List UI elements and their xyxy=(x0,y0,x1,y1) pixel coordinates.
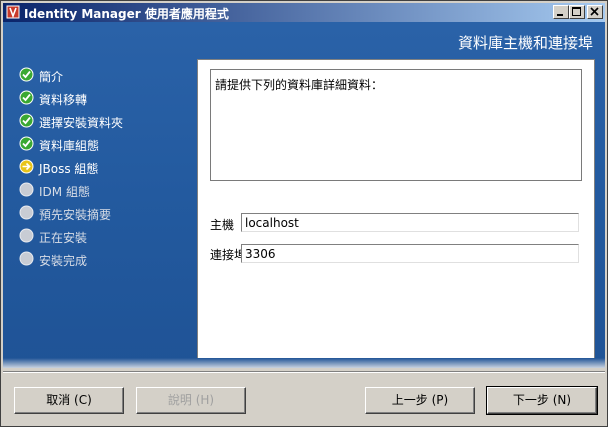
checkmark-icon xyxy=(19,113,34,128)
step-label: 簡介 xyxy=(39,70,64,84)
next-button[interactable]: 下一步 (N) xyxy=(486,386,598,415)
step-label: 安裝完成 xyxy=(39,254,88,268)
back-button[interactable]: 上一步 (P) xyxy=(365,387,475,414)
circle-icon xyxy=(19,251,34,266)
host-input[interactable] xyxy=(241,213,579,232)
step-label: 資料移轉 xyxy=(39,93,88,107)
step-label: IDM 組態 xyxy=(39,185,90,199)
message-text: 請提供下列的資料庫詳細資料： xyxy=(215,78,384,92)
cancel-button[interactable]: 取消 (C) xyxy=(14,387,124,414)
title-bar[interactable]: Identity Manager 使用者應用程式 xyxy=(3,3,605,22)
arrow-right-icon xyxy=(19,159,34,174)
app-icon xyxy=(6,5,20,19)
checkmark-icon xyxy=(19,90,34,105)
step-label: 預先安裝摘要 xyxy=(39,208,112,222)
separator xyxy=(3,371,605,373)
page-heading: 資料庫主機和連接埠 xyxy=(457,34,593,52)
installer-window: Identity Manager 使用者應用程式 資料庫主機和連接埠 簡介資料移… xyxy=(0,0,608,427)
content-area: 資料庫主機和連接埠 簡介資料移轉選擇安裝資料夾 資料庫組態 JBoss 組態 IDM … xyxy=(3,22,605,368)
circle-icon xyxy=(19,205,34,220)
maximize-button[interactable] xyxy=(569,5,585,19)
circle-icon xyxy=(19,228,34,243)
minimize-button[interactable] xyxy=(553,5,569,19)
step-label: 正在安裝 xyxy=(39,231,88,245)
checkmark-icon xyxy=(19,136,34,151)
checkmark-icon xyxy=(19,67,34,82)
step-label: JBoss 組態 xyxy=(39,162,99,176)
close-button[interactable] xyxy=(587,5,603,19)
help-button[interactable]: 說明 (H) xyxy=(136,387,246,414)
message-box: 請提供下列的資料庫詳細資料： xyxy=(210,69,582,181)
host-label: 主機 xyxy=(210,218,235,232)
circle-icon xyxy=(19,182,34,197)
step-label: 資料庫組態 xyxy=(39,139,100,153)
port-input[interactable] xyxy=(241,244,579,263)
window-title: Identity Manager 使用者應用程式 xyxy=(24,7,229,21)
form-panel: 請提供下列的資料庫詳細資料： 主機 連接埠 xyxy=(197,59,595,365)
step-label: 選擇安裝資料夾 xyxy=(39,116,124,130)
